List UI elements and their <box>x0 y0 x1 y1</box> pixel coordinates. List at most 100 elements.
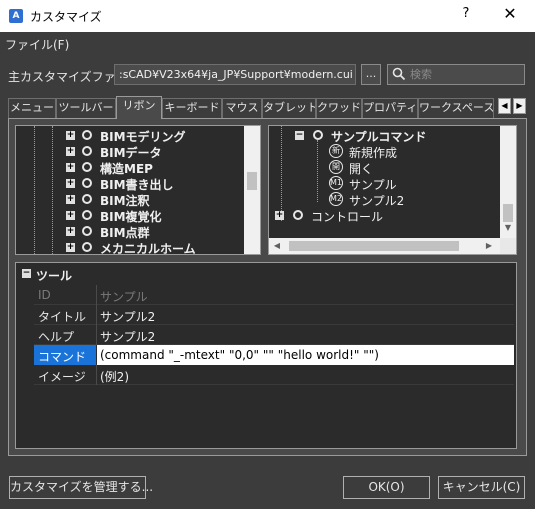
tab-tablet[interactable]: タブレット <box>262 98 316 118</box>
tree-item-label: 開く <box>349 162 374 176</box>
tree-item[interactable]: + コントロール <box>275 208 475 224</box>
property-row-command[interactable]: コマンド (command "_-mtext" "0,0" "" "hello … <box>34 345 514 365</box>
search-box[interactable] <box>387 64 525 85</box>
tree-item-label: サンプル2 <box>349 194 405 208</box>
property-row-id[interactable]: ID サンプル <box>34 285 514 305</box>
properties-panel: − ツール ID サンプル タイトル サンプル2 ヘルプ サンプル2 コマンド … <box>15 262 517 449</box>
macro-command-icon: M1 <box>329 176 343 190</box>
expand-icon[interactable]: + <box>66 195 75 204</box>
scroll-left-icon[interactable]: ◀ <box>271 241 283 250</box>
tree-item[interactable]: + BIM複覚化 <box>64 208 244 224</box>
tree-item[interactable]: + BIMデータ <box>64 144 244 160</box>
close-button[interactable]: ✕ <box>500 4 520 23</box>
scroll-down-icon[interactable]: ▼ <box>500 223 516 232</box>
new-command-icon: 新 <box>329 144 343 158</box>
open-command-icon: 開 <box>329 160 343 174</box>
column-divider <box>96 365 97 385</box>
tree-item[interactable]: + BIM書き出し <box>64 176 244 192</box>
tab-quad[interactable]: クワッド <box>316 98 362 118</box>
tree-item[interactable]: 開 開く <box>329 160 489 176</box>
properties-header[interactable]: − ツール <box>16 263 516 283</box>
ok-button[interactable]: OK(O) <box>343 476 430 499</box>
property-value[interactable]: サンプル2 <box>100 308 155 325</box>
tree-item[interactable]: + BIM点群 <box>64 224 244 240</box>
main-file-path-field[interactable]: :sCAD¥V23x64¥ja_JP¥Support¥modern.cui <box>114 64 356 85</box>
tab-bar: メニュー ツールバー リボン キーボード マウス タブレット クワッド プロパテ… <box>8 96 528 119</box>
expand-icon[interactable]: + <box>66 211 75 220</box>
property-key: タイトル <box>38 310 87 324</box>
tree-item[interactable]: + BIMモデリング <box>64 128 244 144</box>
ribbon-tab-icon <box>82 146 92 156</box>
panel-icon <box>293 210 303 220</box>
ribbon-tab-icon <box>82 162 92 172</box>
expand-icon[interactable]: + <box>66 147 75 156</box>
tree-item[interactable]: + 構造MEP <box>64 160 244 176</box>
tree-item-label: BIMデータ <box>100 146 162 160</box>
tree-item[interactable]: + BIM注釈 <box>64 192 244 208</box>
ribbon-tab-icon <box>82 194 92 204</box>
tab-toolbar[interactable]: ツールバー <box>56 98 116 118</box>
tree-guide-line <box>52 126 53 254</box>
property-key: ヘルプ <box>38 330 75 344</box>
tree-item[interactable]: + メカニカルホーム <box>64 240 244 255</box>
tree-item-label: BIM注釈 <box>100 194 150 208</box>
panel-icon <box>313 130 323 140</box>
collapse-icon[interactable]: − <box>22 269 31 278</box>
scroll-right-icon[interactable]: ▶ <box>483 241 495 250</box>
tab-scroll-right-button[interactable]: ▶ <box>513 98 526 114</box>
cancel-button[interactable]: キャンセル(C) <box>438 476 525 499</box>
property-value[interactable]: サンプル2 <box>100 328 155 345</box>
expand-icon[interactable]: + <box>66 243 75 252</box>
vertical-scrollbar[interactable] <box>244 126 260 254</box>
tab-workspace[interactable]: ワークスペース <box>418 98 494 118</box>
search-input[interactable] <box>410 67 520 82</box>
menu-file[interactable]: ファイル(F) <box>5 36 69 53</box>
tree-item-selected[interactable]: M2 サンプル2 <box>329 192 489 208</box>
tree-item-label: BIMモデリング <box>100 130 186 144</box>
expand-icon[interactable]: + <box>66 131 75 140</box>
ribbon-tab-icon <box>82 130 92 140</box>
tree-item-label: メカニカルホーム <box>100 242 196 255</box>
scrollbar-thumb[interactable] <box>289 241 459 251</box>
horizontal-scrollbar[interactable]: ◀ ▶ <box>269 238 500 254</box>
browse-button[interactable]: ... <box>361 64 381 85</box>
property-value: サンプル <box>100 290 148 304</box>
property-row-title[interactable]: タイトル サンプル2 <box>34 305 514 325</box>
tree-item-label: BIM複覚化 <box>100 210 162 224</box>
vertical-scrollbar[interactable]: ▼ <box>500 126 516 238</box>
column-divider <box>96 305 97 325</box>
expand-icon[interactable]: + <box>275 211 284 220</box>
property-value[interactable]: (例2) <box>100 368 129 385</box>
tab-keyboard[interactable]: キーボード <box>162 98 222 118</box>
tree-item-label: BIM点群 <box>100 226 150 240</box>
tree-item[interactable]: − サンプルコマンド <box>295 128 495 144</box>
tab-properties[interactable]: プロパティ <box>362 98 418 118</box>
collapse-icon[interactable]: − <box>295 131 304 140</box>
search-icon <box>392 67 406 81</box>
tree-item[interactable]: M1 サンプル <box>329 176 489 192</box>
property-value[interactable]: (command "_-mtext" "0,0" "" "hello world… <box>100 348 379 362</box>
scrollbar-thumb[interactable] <box>503 204 513 222</box>
tab-mouse[interactable]: マウス <box>222 98 262 118</box>
scrollbar-thumb[interactable] <box>247 172 257 190</box>
help-button[interactable]: ? <box>458 6 474 21</box>
tab-scroll-left-button[interactable]: ◀ <box>498 98 511 114</box>
expand-icon[interactable]: + <box>66 163 75 172</box>
property-row-image[interactable]: イメージ (例2) <box>34 365 514 385</box>
tab-ribbon[interactable]: リボン <box>116 96 162 119</box>
tree-guide-line <box>317 140 318 202</box>
ribbon-tabs-tree[interactable]: + BIMモデリング + BIMデータ + 構造MEP + BIM書き出し + … <box>15 125 261 255</box>
tree-item-label: BIM書き出し <box>100 178 174 192</box>
expand-icon[interactable]: + <box>66 179 75 188</box>
property-key: コマンド <box>38 350 87 364</box>
property-key: ID <box>38 288 51 302</box>
tab-menu[interactable]: メニュー <box>8 98 56 118</box>
property-row-help[interactable]: ヘルプ サンプル2 <box>34 325 514 345</box>
manage-customization-button[interactable]: カスタマイズを管理する... <box>9 476 153 499</box>
tree-item[interactable]: 新 新規作成 <box>329 144 489 160</box>
ribbon-tab-icon <box>82 178 92 188</box>
tree-guide-line <box>281 126 282 221</box>
ribbon-panels-tree[interactable]: − サンプルコマンド 新 新規作成 開 開く M1 サンプル M2 サンプル2 … <box>268 125 517 255</box>
expand-icon[interactable]: + <box>66 227 75 236</box>
tree-item-label: サンプル <box>349 178 397 192</box>
